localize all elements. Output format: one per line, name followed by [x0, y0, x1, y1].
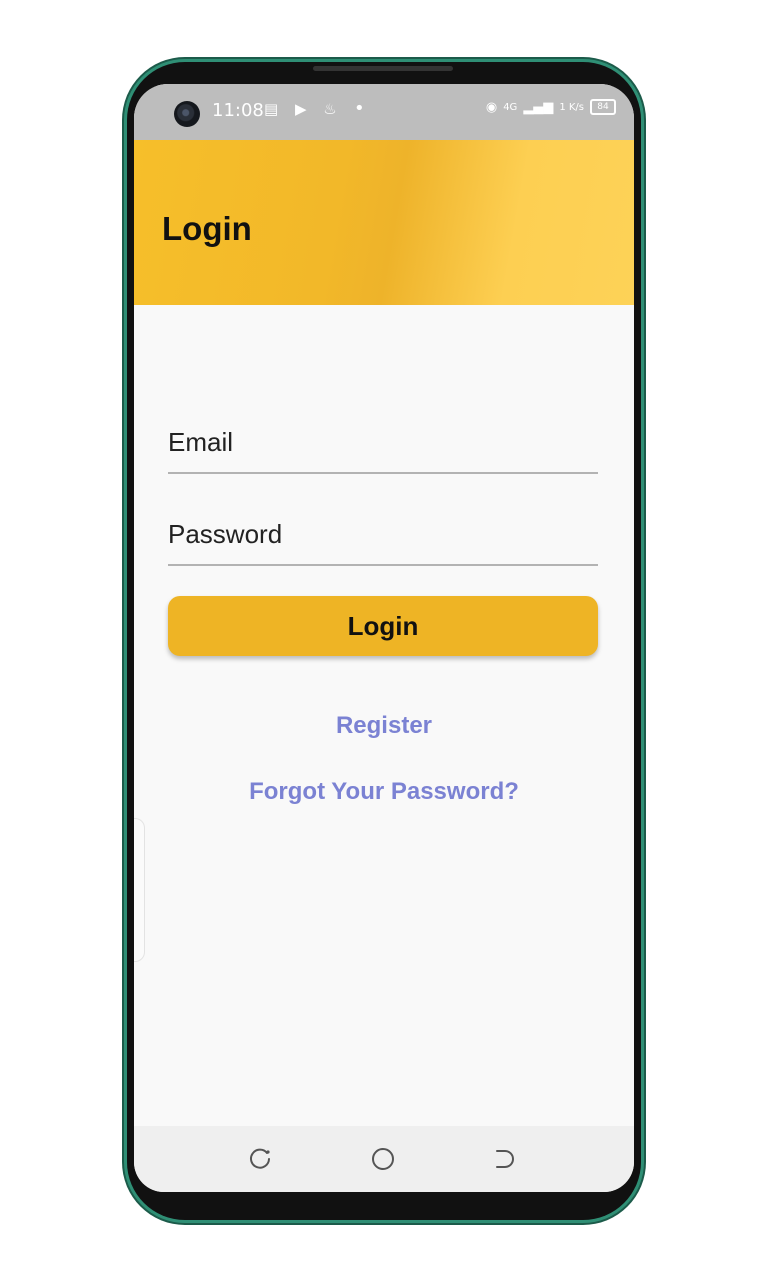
forgot-password-link[interactable]: Forgot Your Password?	[134, 778, 634, 806]
power-button	[641, 468, 645, 550]
status-time: 11:08	[212, 100, 264, 121]
screen: 11:08 ▤ ▶ ♨ • ◉ 4G ▂▄▆ 1 K/s 84 Login Lo…	[134, 84, 634, 1192]
email-input[interactable]	[168, 427, 598, 458]
notification-icons: ▤ ▶ ♨	[264, 100, 343, 118]
signal-icon: ▂▄▆	[523, 99, 554, 115]
navigation-bar	[134, 1126, 634, 1192]
app-bar: Login	[134, 140, 634, 305]
email-field[interactable]	[168, 404, 598, 474]
more-notifications-dot: •	[354, 98, 365, 119]
back-icon[interactable]	[492, 1146, 518, 1172]
password-field[interactable]	[168, 496, 598, 566]
recent-apps-icon[interactable]	[248, 1146, 274, 1172]
hotspot-icon: ◉	[485, 99, 498, 115]
front-camera-icon	[174, 101, 200, 127]
network-type: 4G	[503, 101, 518, 113]
network-speed: 1 K/s	[559, 101, 584, 113]
home-icon[interactable]	[370, 1146, 396, 1172]
password-input[interactable]	[168, 519, 598, 550]
status-bar: 11:08 ▤ ▶ ♨ • ◉ 4G ▂▄▆ 1 K/s 84	[134, 84, 634, 140]
earpiece-speaker	[313, 66, 453, 71]
battery-icon: 84	[590, 99, 616, 115]
side-button-top	[641, 352, 645, 394]
page-title: Login	[162, 210, 252, 247]
status-right: ◉ 4G ▂▄▆ 1 K/s 84	[486, 99, 616, 115]
edge-panel-handle[interactable]	[134, 818, 145, 962]
login-button[interactable]: Login	[168, 596, 598, 656]
register-link[interactable]: Register	[134, 712, 634, 740]
